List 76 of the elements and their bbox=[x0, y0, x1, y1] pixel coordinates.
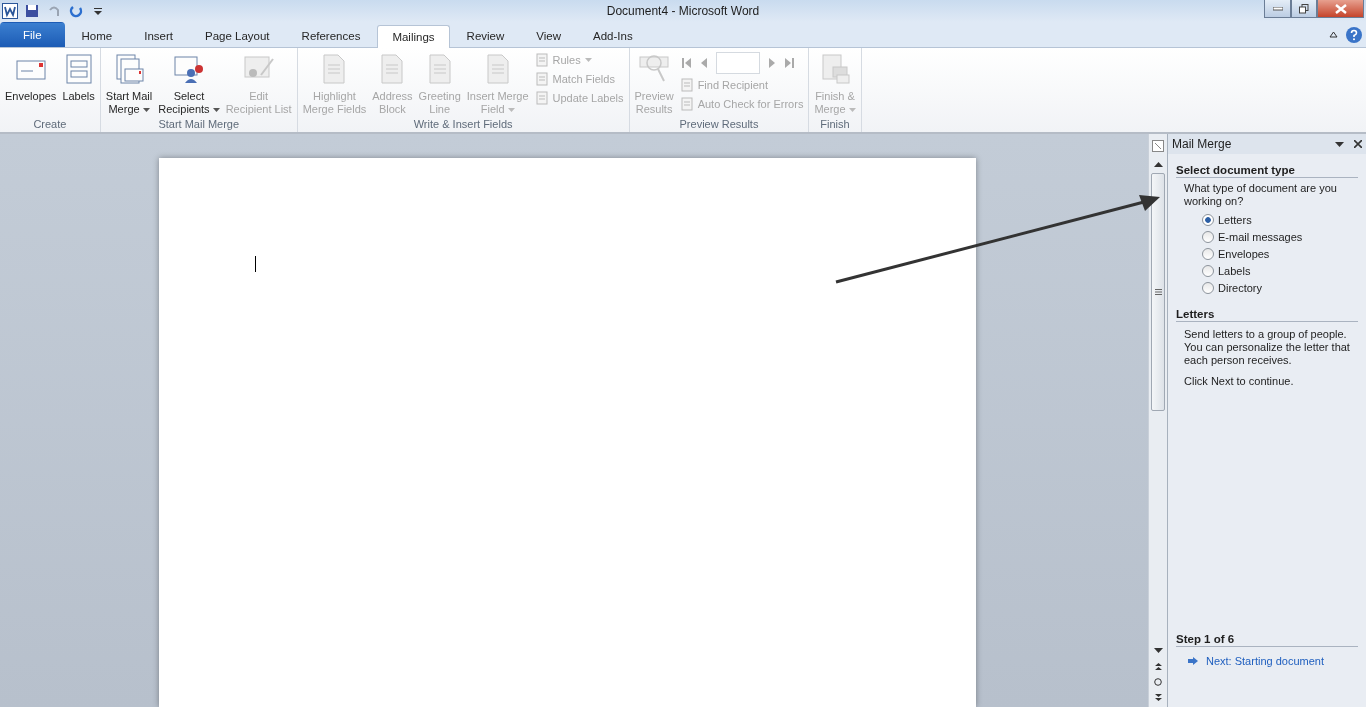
radio-option[interactable]: Envelopes bbox=[1202, 248, 1358, 260]
document-icon bbox=[679, 78, 694, 92]
ribbon-button[interactable]: Select Recipients bbox=[156, 51, 222, 118]
minimize-button[interactable] bbox=[1264, 0, 1291, 18]
help-icon[interactable] bbox=[1346, 26, 1362, 43]
pane-menu-icon[interactable] bbox=[1335, 141, 1344, 147]
radio-option[interactable]: Directory bbox=[1202, 282, 1358, 294]
option-label: Labels bbox=[1218, 265, 1251, 277]
last-record-icon[interactable] bbox=[783, 58, 794, 68]
section-heading: Select document type bbox=[1176, 164, 1358, 178]
group-label: Write & Insert Fields bbox=[412, 118, 514, 132]
restore-button[interactable] bbox=[1291, 0, 1317, 18]
section-heading: Letters bbox=[1176, 308, 1358, 322]
next-page-icon[interactable] bbox=[1154, 694, 1162, 701]
ribbon-button[interactable]: Start Mail Merge bbox=[103, 51, 155, 118]
group-label: Preview Results bbox=[678, 118, 760, 132]
restore-icon bbox=[1299, 3, 1309, 14]
ribbon-tab[interactable]: References bbox=[286, 24, 376, 47]
option-label: Letters bbox=[1218, 214, 1252, 226]
close-icon bbox=[1334, 3, 1347, 14]
previous-record-icon[interactable] bbox=[699, 58, 708, 68]
ribbon-tab[interactable]: View bbox=[521, 24, 576, 47]
option-label: Directory bbox=[1218, 282, 1262, 294]
window-title: Document4 - Microsoft Word bbox=[606, 4, 760, 18]
radio-button[interactable] bbox=[1202, 248, 1214, 260]
ribbon-tab[interactable]: Home bbox=[66, 24, 128, 47]
radio-button[interactable] bbox=[1202, 231, 1214, 243]
ribbon-tab[interactable]: Mailings bbox=[377, 25, 450, 48]
finish-merge-icon bbox=[819, 53, 851, 85]
radio-option[interactable]: Letters bbox=[1202, 214, 1358, 226]
close-button[interactable] bbox=[1317, 0, 1364, 18]
document-icon bbox=[534, 53, 549, 67]
next-step-link[interactable]: Next: Starting document bbox=[1206, 655, 1324, 667]
text-cursor bbox=[254, 256, 256, 272]
radio-option[interactable]: E-mail messages bbox=[1202, 231, 1358, 243]
browse-object-icon[interactable] bbox=[1154, 678, 1162, 686]
ribbon-button[interactable]: Envelopes bbox=[3, 51, 59, 118]
question-text: What type of document are you working on? bbox=[1184, 182, 1338, 208]
arrow-icon bbox=[1188, 657, 1198, 665]
document-icon bbox=[534, 72, 549, 86]
close-icon[interactable] bbox=[1354, 140, 1362, 148]
next-record-icon[interactable] bbox=[767, 58, 776, 68]
scroll-thumb[interactable] bbox=[1151, 173, 1165, 411]
group-label: Finish bbox=[819, 118, 851, 132]
recipients-icon bbox=[172, 53, 205, 85]
ribbon-tab[interactable]: File bbox=[0, 22, 65, 47]
step-heading: Step 1 of 6 bbox=[1176, 633, 1358, 647]
ribbon-tab[interactable]: Insert bbox=[129, 24, 188, 47]
description-text: Click Next to continue. bbox=[1184, 375, 1295, 388]
word-logo-icon bbox=[2, 3, 18, 19]
option-label: Envelopes bbox=[1218, 248, 1270, 260]
first-record-icon[interactable] bbox=[681, 58, 692, 68]
radio-button[interactable] bbox=[1202, 265, 1214, 277]
collapse-ribbon-icon[interactable] bbox=[1329, 31, 1338, 38]
scroll-up-icon[interactable] bbox=[1153, 162, 1163, 167]
group-label: Start Mail Merge bbox=[157, 118, 241, 132]
redo-icon[interactable] bbox=[68, 3, 84, 19]
scroll-down-icon[interactable] bbox=[1153, 648, 1163, 653]
ribbon-tab[interactable]: Add-Ins bbox=[578, 24, 648, 47]
document-icon bbox=[534, 91, 549, 105]
ribbon-tab[interactable]: Review bbox=[451, 24, 520, 47]
group-label: Create bbox=[32, 118, 68, 132]
document-icon bbox=[679, 97, 694, 111]
previous-page-icon[interactable] bbox=[1154, 663, 1162, 670]
save-icon[interactable] bbox=[24, 3, 40, 19]
pane-title: Mail Merge bbox=[1172, 137, 1233, 151]
radio-button[interactable] bbox=[1202, 214, 1214, 226]
option-label: E-mail messages bbox=[1218, 231, 1303, 243]
ribbon-button[interactable]: Labels bbox=[60, 51, 97, 118]
radio-button[interactable] bbox=[1202, 282, 1214, 294]
minimize-icon bbox=[1272, 6, 1283, 11]
ruler-toggle-icon[interactable] bbox=[1152, 140, 1164, 152]
documents-icon bbox=[113, 53, 146, 85]
ribbon-tab[interactable]: Page Layout bbox=[190, 24, 285, 47]
description-text: Send letters to a group of people. You can personalize the letter that each person receives. bbox=[1184, 328, 1351, 367]
radio-option[interactable]: Labels bbox=[1202, 265, 1358, 277]
